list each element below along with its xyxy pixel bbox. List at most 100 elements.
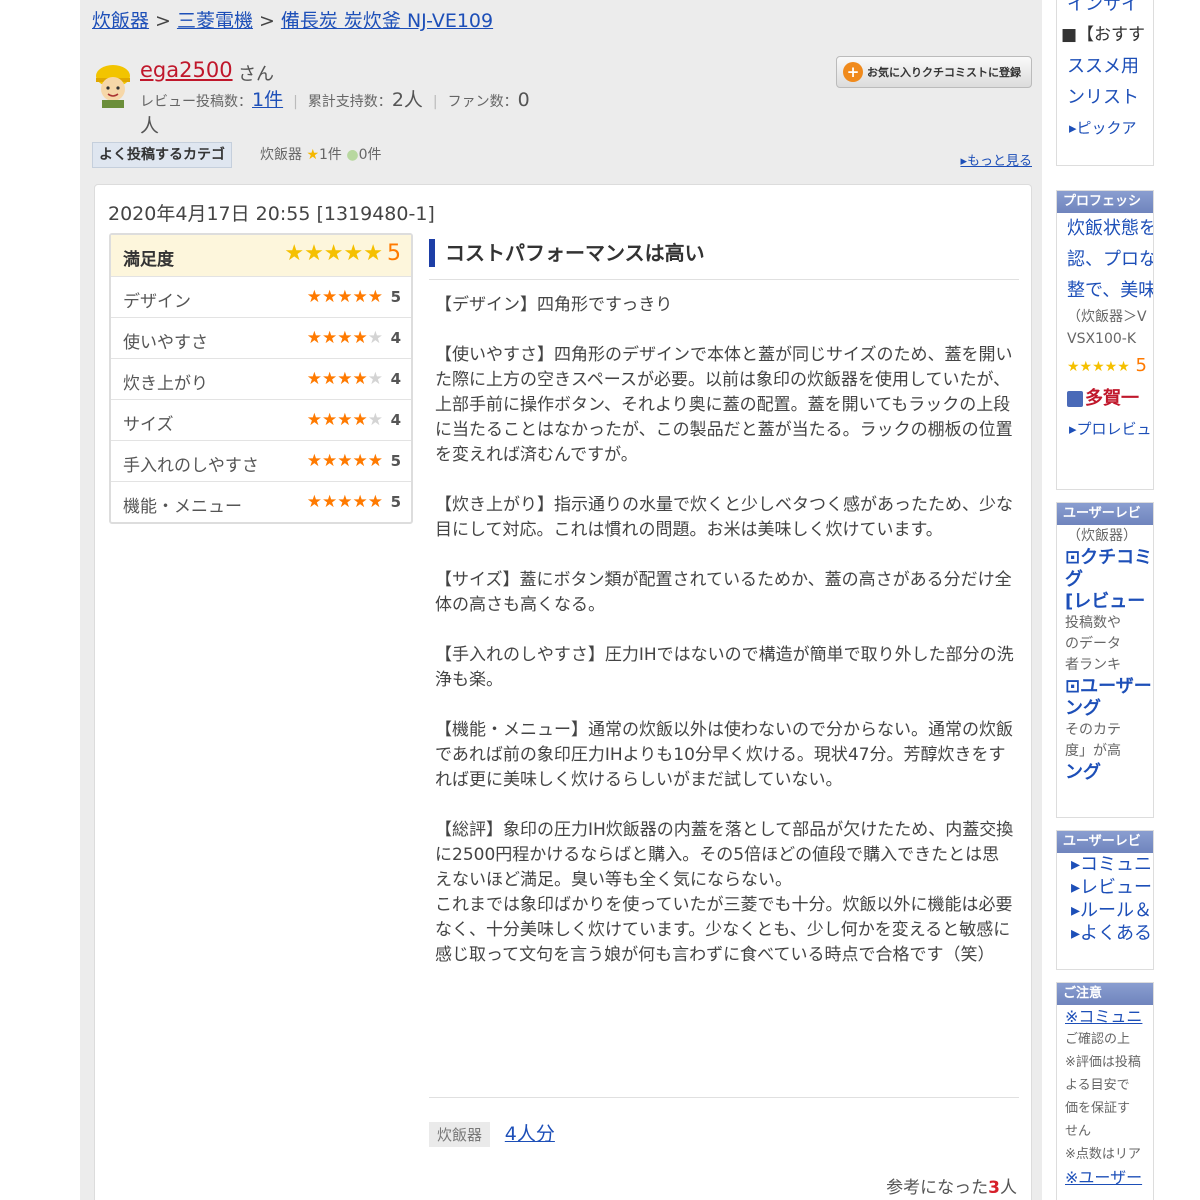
breadcrumb-separator: > <box>258 10 275 32</box>
category-name: 炊飯器 <box>260 147 302 163</box>
star-rating-icon: ★★★★★ <box>306 451 383 471</box>
sidebar-user-line: のデータ <box>1065 636 1121 652</box>
rating-label: 手入れのしやすさ <box>123 456 259 476</box>
category-review-count: 1件 <box>319 147 342 163</box>
sidebar-pro-card: プロフェッシ 炊飯状態を 認、プロな 整で、美味 （炊飯器＞V VSX100-K… <box>1056 190 1154 490</box>
fan-count: 0 <box>517 89 530 111</box>
sidebar-notice-card: ご注意 ※コミュニ ご確認の上 ※評価は投稿 よる目安で 価を保証す せん ※点数はリア ※ユ… <box>1056 982 1154 1200</box>
sidebar-user-category: （炊飯器） <box>1067 528 1137 544</box>
stats-divider: | <box>432 94 438 110</box>
sidebar-user-lines: ⊡クチコミグ [レビュー 投稿数や のデータ 者ランキ ⊡ユーザー ング そのカテ 度」が高 ング <box>1057 547 1153 784</box>
review-paragraph: これまでは象印ばかりを使っていたが三菱でも十分。炊飯以外に機能は必要なく、十分美… <box>435 895 1013 965</box>
sidebar-notice-line: ※評価は投稿 <box>1065 1055 1141 1070</box>
sidebar-notice-line: ご確認の上 <box>1065 1032 1131 1047</box>
plus-icon: + <box>843 62 863 82</box>
sidebar-user-line[interactable]: ング <box>1057 698 1153 720</box>
frequent-category-row: よく投稿するカテゴ 炊飯器 ★1件 ●0件 ▸もっと見る <box>92 142 1032 169</box>
rating-score: 4 <box>390 329 401 347</box>
sidebar-notice-line[interactable]: ※ユーザー <box>1057 1166 1153 1189</box>
user-avatar-icon[interactable] <box>92 62 134 108</box>
review-tags: 炊飯器 4人分 <box>429 1119 555 1147</box>
sidebar-user-link[interactable]: ▸レビュー <box>1057 876 1153 899</box>
review-count-label: レビュー投稿数： <box>140 94 252 110</box>
sidebar-user-line[interactable]: ⊡クチコミ <box>1057 547 1153 569</box>
review-count-link[interactable]: 1件 <box>252 89 283 111</box>
sidebar-recommend-card: インサイ ■【おすす ススメ用 ンリスト ▸ピックア <box>1056 0 1154 166</box>
username-suffix: さん <box>238 64 274 85</box>
username-link[interactable]: ega2500 <box>140 58 233 82</box>
sidebar-pro-line[interactable]: 炊飯状態を <box>1057 213 1153 244</box>
sidebar-pro-header: プロフェッシ <box>1057 191 1153 213</box>
sidebar-pro-breadcrumb: （炊飯器＞V <box>1067 309 1147 325</box>
category-tag[interactable]: 炊飯器 <box>429 1122 491 1147</box>
review-card: 2020年4月17日 20:55 [1319480-1] 満足度 ★★★★★ 5 デザ… <box>94 184 1032 1200</box>
sidebar-user-line[interactable]: ⊡ユーザー <box>1057 676 1153 698</box>
rating-label: サイズ <box>123 415 174 435</box>
rating-table: 満足度 ★★★★★ 5 デザイン ★★★★★ 5 使いやすさ ★★★★★ 4 炊き上がり ★★★★★… <box>109 233 413 524</box>
sidebar-user-line[interactable]: グ <box>1057 569 1153 591</box>
review-paragraph: 【サイズ】蓋にボタン類が配置されているためか、蓋の高さがある分だけ全体の高さも高… <box>435 570 1012 615</box>
helpful-prefix: 参考になった <box>886 1178 989 1198</box>
sidebar-user-header: ユーザーレビ <box>1057 503 1153 525</box>
rating-label: 炊き上がり <box>123 374 208 394</box>
fan-label: ファン数： <box>447 94 518 110</box>
sidebar-pro-line[interactable]: 整で、美味 <box>1057 275 1153 306</box>
rating-row: 使いやすさ ★★★★★ 4 <box>111 317 411 358</box>
support-label: 累計支持数： <box>307 94 392 110</box>
sidebar-recommend-line[interactable]: ンリスト <box>1057 82 1153 113</box>
more-link[interactable]: ▸もっと見る <box>960 150 1032 169</box>
review-paragraph: 【手入れのしやすさ】圧力IHではないので構造が簡単で取り外した部分の洗浄も楽。 <box>435 645 1014 690</box>
rating-row: デザイン ★★★★★ 5 <box>111 276 411 317</box>
speech-bubble-icon: ● <box>346 147 359 163</box>
rating-label: 機能・メニュー <box>123 497 242 517</box>
breadcrumb-category[interactable]: 炊飯器 <box>92 10 149 32</box>
sidebar-user-link[interactable]: ▸よくある <box>1057 922 1153 945</box>
main-content: 炊飯器 > 三菱電機 > 備長炭 炭炊釜 NJ-VE109 ega2500 さん レビュ… <box>80 0 1042 1200</box>
sidebar-user-link[interactable]: ▸ルール＆ <box>1057 899 1153 922</box>
star-rating-icon: ★★★★★ <box>306 287 383 307</box>
star-rating-icon: ★★★★★ <box>306 328 383 348</box>
sidebar-user-links-card: ユーザーレビ ▸コミュニ ▸レビュー ▸ルール＆ ▸よくある <box>1056 830 1154 970</box>
review-paragraph: 【炊き上がり】指示通りの水量で炊くと少しベタつく感があったため、少な目にして対応… <box>435 495 1013 540</box>
sidebar-user2-header: ユーザーレビ <box>1057 831 1153 853</box>
sidebar-recommend-line[interactable]: ススメ用 <box>1057 51 1153 82</box>
rating-score: 4 <box>390 370 401 388</box>
bottom-divider <box>429 1097 1019 1098</box>
sidebar-user-line[interactable]: ング <box>1057 762 1153 784</box>
rating-score: 5 <box>390 493 401 511</box>
rating-label: 使いやすさ <box>123 333 208 353</box>
review-date: 2020年4月17日 20:55 [1319480-1] <box>108 203 435 225</box>
rating-row: 手入れのしやすさ ★★★★★ 5 <box>111 440 411 481</box>
rating-label: 満足度 <box>123 250 174 270</box>
frequent-category-label: よく投稿するカテゴ <box>92 142 232 168</box>
user-stats: レビュー投稿数：1件 | 累計支持数：2人 | ファン数：0 人 <box>140 88 660 140</box>
sidebar-pro-author[interactable]: 多賀一 <box>1057 383 1153 414</box>
sidebar-user-line: 度」が高 <box>1065 743 1121 759</box>
capacity-tag-link[interactable]: 4人分 <box>505 1123 555 1145</box>
add-favorite-button[interactable]: + お気に入りクチコミストに登録 <box>836 56 1032 88</box>
sidebar-pro-line[interactable]: 認、プロな <box>1057 244 1153 275</box>
sidebar-notice-line: ※点数はリア <box>1065 1147 1141 1162</box>
sidebar-user-review-card: ユーザーレビ （炊飯器） ⊡クチコミグ [レビュー 投稿数や のデータ 者ランキ ⊡ユーザ… <box>1056 502 1154 818</box>
stats-divider: | <box>293 94 298 110</box>
sidebar-pro-review-link[interactable]: ▸プロレビュ <box>1057 414 1153 445</box>
user-info: ega2500 さん レビュー投稿数：1件 | 累計支持数：2人 | ファン数：0 人 … <box>92 56 1032 146</box>
rating-score: 5 <box>387 241 401 266</box>
rating-row: サイズ ★★★★★ 4 <box>111 399 411 440</box>
breadcrumb-maker[interactable]: 三菱電機 <box>177 10 253 32</box>
helpful-suffix: 人 <box>1000 1178 1017 1198</box>
sidebar-top-link[interactable]: インサイ <box>1057 0 1153 20</box>
sidebar-user-link[interactable]: ▸コミュニ <box>1057 853 1153 876</box>
sidebar-notice-line[interactable]: ※コミュニ <box>1057 1005 1153 1028</box>
star-rating-icon: ★★★★★ <box>306 492 383 512</box>
sidebar-pro-score: ★★★★★ 5 <box>1067 355 1147 376</box>
review-paragraph: 【総評】象印の圧力IH炊飯器の内蓋を落として部品が欠けたため、内蓋交換に2500… <box>435 820 1014 890</box>
rating-label: デザイン <box>123 292 191 312</box>
page: 炊飯器 > 三菱電機 > 備長炭 炭炊釜 NJ-VE109 ega2500 さん レビュ… <box>0 0 1200 1200</box>
star-rating-icon: ★★★★★ <box>306 369 383 389</box>
sidebar-user-line: 投稿数や <box>1065 615 1121 631</box>
sidebar-pickup-link[interactable]: ▸ピックア <box>1057 113 1153 144</box>
breadcrumb-product[interactable]: 備長炭 炭炊釜 NJ-VE109 <box>281 10 493 32</box>
frequent-category-items: 炊飯器 ★1件 ●0件 <box>260 144 382 166</box>
sidebar-user-line[interactable]: [レビュー <box>1057 591 1153 613</box>
